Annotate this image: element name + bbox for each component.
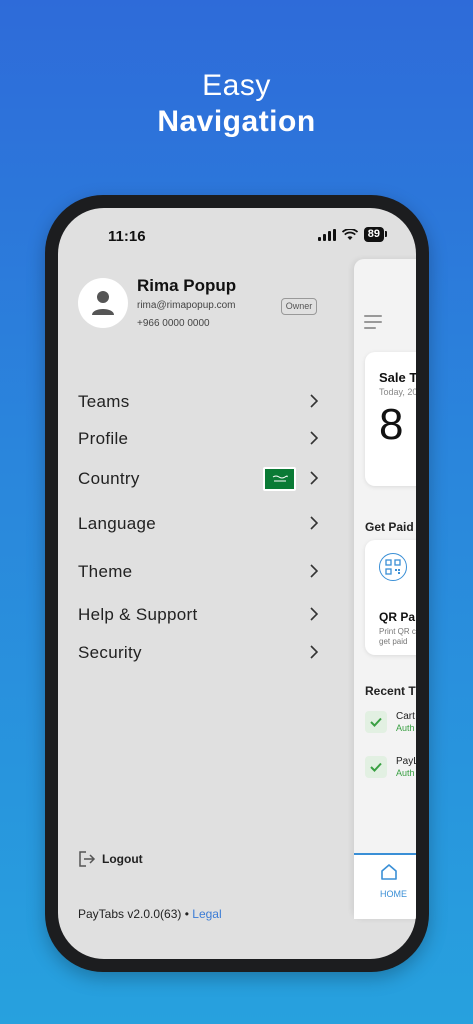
avatar[interactable] xyxy=(78,278,128,328)
saudi-flag-icon xyxy=(263,467,296,491)
signal-icon xyxy=(317,228,336,241)
transaction-row[interactable]: PayL Auth xyxy=(365,756,416,780)
profile-email: rima@rimapopup.com xyxy=(137,300,236,311)
hero-line1: Easy xyxy=(202,69,271,102)
phone-frame: 11:16 89 Sale T Today, 20 8 Get Paid QR … xyxy=(45,195,429,972)
check-icon xyxy=(365,756,387,778)
phone-screen: 11:16 89 Sale T Today, 20 8 Get Paid QR … xyxy=(58,208,416,959)
chevron-right-icon xyxy=(310,431,318,445)
sale-value: 8 xyxy=(379,400,404,449)
role-badge: Owner xyxy=(281,298,317,315)
profile-phone: +966 0000 0000 xyxy=(137,318,210,329)
hamburger-icon[interactable] xyxy=(364,315,382,333)
chevron-right-icon xyxy=(310,564,318,578)
get-paid-heading: Get Paid xyxy=(365,520,414,534)
menu-item-country[interactable]: Country xyxy=(78,465,318,493)
menu-item-help-support[interactable]: Help & Support xyxy=(78,601,318,629)
qr-desc-line2: get paid xyxy=(379,637,408,646)
transaction-status: Auth xyxy=(396,768,415,778)
menu-item-label: Language xyxy=(78,514,157,533)
menu-item-label: Security xyxy=(78,643,142,662)
user-icon xyxy=(92,291,114,315)
profile-name: Rima Popup xyxy=(137,276,237,295)
tab-home[interactable]: HOME xyxy=(354,853,416,919)
transaction-row[interactable]: Cart Auth xyxy=(365,711,416,735)
chevron-right-icon xyxy=(310,645,318,659)
sale-title: Sale T xyxy=(379,370,416,385)
logout-button[interactable]: Logout xyxy=(78,851,143,867)
recent-heading: Recent T xyxy=(365,684,416,698)
app-version: PayTabs v2.0.0(63) • Legal xyxy=(78,907,222,921)
check-icon xyxy=(365,711,387,733)
status-time: 11:16 xyxy=(108,228,146,245)
menu-item-profile[interactable]: Profile xyxy=(78,425,318,453)
menu-item-theme[interactable]: Theme xyxy=(78,558,318,586)
menu-item-label: Teams xyxy=(78,392,130,411)
menu-item-security[interactable]: Security xyxy=(78,639,318,667)
battery-icon: 89 xyxy=(363,227,388,242)
version-separator: • xyxy=(184,907,189,921)
menu-item-label: Country xyxy=(78,469,140,488)
logout-label: Logout xyxy=(102,852,143,866)
qr-title: QR Pa xyxy=(379,610,416,624)
chevron-right-icon xyxy=(310,394,318,408)
sale-card[interactable]: Sale T Today, 20 8 xyxy=(365,352,416,486)
version-text: PayTabs v2.0.0(63) xyxy=(78,907,182,921)
legal-link[interactable]: Legal xyxy=(192,907,221,921)
chevron-right-icon xyxy=(310,607,318,621)
sale-subtitle: Today, 20 xyxy=(379,387,416,397)
logout-icon xyxy=(79,851,96,867)
status-indicators: 89 xyxy=(317,227,388,242)
home-icon xyxy=(381,864,397,880)
transaction-name: PayL xyxy=(396,756,416,767)
menu-item-language[interactable]: Language xyxy=(78,510,318,538)
transaction-status: Auth xyxy=(396,723,415,733)
transaction-name: Cart xyxy=(396,711,415,722)
menu-item-label: Help & Support xyxy=(78,605,198,624)
qr-description: Print QR c get paid xyxy=(379,627,416,647)
qr-code-icon xyxy=(379,553,407,581)
menu-item-label: Profile xyxy=(78,429,129,448)
menu-item-label: Theme xyxy=(78,562,133,581)
dashboard-peek[interactable]: Sale T Today, 20 8 Get Paid QR Pa Print … xyxy=(354,259,416,919)
tab-home-label: HOME xyxy=(380,889,407,899)
hero-line2: Navigation xyxy=(157,105,316,138)
hero-heading: Easy Navigation xyxy=(0,68,473,140)
wifi-icon xyxy=(341,228,358,240)
qr-card[interactable]: QR Pa Print QR c get paid xyxy=(365,540,416,655)
qr-desc-line1: Print QR c xyxy=(379,627,416,636)
chevron-right-icon xyxy=(310,516,318,530)
menu-item-teams[interactable]: Teams xyxy=(78,388,318,416)
chevron-right-icon xyxy=(310,471,318,485)
